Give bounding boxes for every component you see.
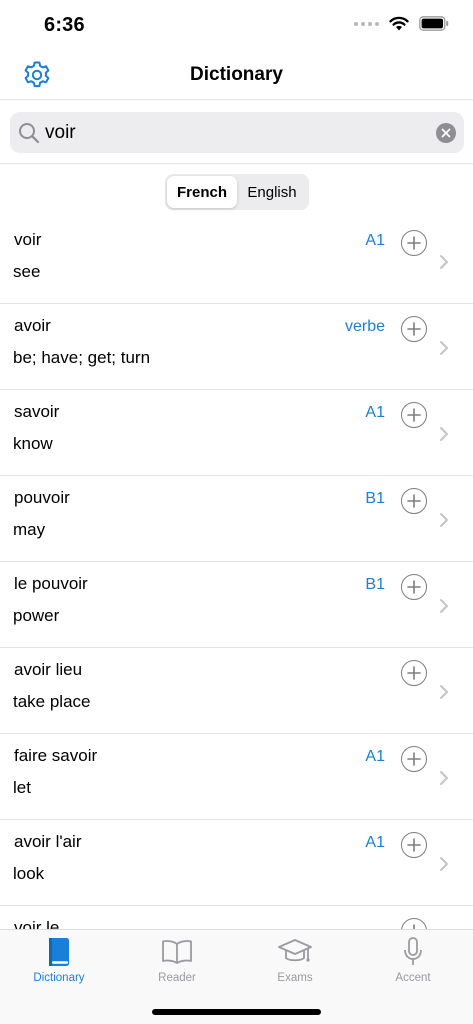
tab-label: Exams bbox=[277, 972, 313, 984]
add-to-list-button[interactable] bbox=[401, 574, 427, 600]
add-to-list-button[interactable] bbox=[401, 230, 427, 256]
tab-reader[interactable]: Reader bbox=[118, 936, 236, 992]
status-bar: 6:36 bbox=[0, 0, 473, 50]
add-to-list-button[interactable] bbox=[401, 316, 427, 342]
entry-word: avoir l'air bbox=[14, 832, 82, 851]
entry-translation: look bbox=[13, 864, 45, 883]
segment-french[interactable]: French bbox=[167, 176, 237, 208]
entry-translation: may bbox=[13, 520, 46, 539]
chevron-right-icon bbox=[440, 513, 448, 527]
tab-label: Accent bbox=[395, 972, 431, 984]
entry-level-badge: verbe bbox=[344, 318, 385, 335]
entry-level-badge: B1 bbox=[365, 576, 385, 593]
chevron-right-icon bbox=[440, 771, 448, 785]
entry-level-badge: A1 bbox=[365, 834, 385, 851]
entry-word: faire savoir bbox=[14, 746, 98, 765]
plus-icon bbox=[407, 752, 421, 766]
entry-word: pouvoir bbox=[14, 488, 70, 507]
chevron-right-icon bbox=[440, 341, 448, 355]
language-segmented-control: French English bbox=[165, 174, 309, 210]
entry-translation: see bbox=[13, 262, 41, 281]
plus-icon bbox=[407, 580, 421, 594]
search-bar[interactable] bbox=[10, 112, 464, 153]
entry-translation: power bbox=[13, 606, 60, 625]
list-item[interactable]: avoir lieu take place bbox=[0, 648, 473, 734]
plus-icon bbox=[407, 236, 421, 250]
wifi-icon bbox=[389, 16, 409, 31]
search-area bbox=[0, 101, 473, 164]
tab-label: Dictionary bbox=[33, 972, 85, 984]
entry-translation: let bbox=[13, 778, 31, 797]
open-book-icon bbox=[162, 940, 192, 964]
entry-level-badge: B1 bbox=[365, 490, 385, 507]
add-to-list-button[interactable] bbox=[401, 488, 427, 514]
entry-word: savoir bbox=[14, 402, 60, 421]
microphone-icon bbox=[404, 937, 422, 965]
chevron-right-icon bbox=[440, 685, 448, 699]
list-item[interactable]: voir see A1 bbox=[0, 218, 473, 304]
home-indicator bbox=[152, 1009, 321, 1015]
list-item[interactable]: avoir l'air look A1 bbox=[0, 820, 473, 906]
list-item[interactable]: savoir know A1 bbox=[0, 390, 473, 476]
search-icon bbox=[19, 123, 40, 144]
list-item[interactable]: avoir be; have; get; turn verbe bbox=[0, 304, 473, 390]
entry-translation: be; have; get; turn bbox=[13, 348, 151, 367]
chevron-right-icon bbox=[440, 857, 448, 871]
list-item[interactable]: le pouvoir power B1 bbox=[0, 562, 473, 648]
tab-bar: Dictionary Reader Exams Accent bbox=[0, 929, 473, 1024]
page-title: Dictionary bbox=[190, 64, 283, 85]
chevron-right-icon bbox=[440, 255, 448, 269]
entry-level-badge: A1 bbox=[365, 748, 385, 765]
tab-exams[interactable]: Exams bbox=[236, 936, 354, 992]
add-to-list-button[interactable] bbox=[401, 660, 427, 686]
plus-icon bbox=[407, 408, 421, 422]
entry-word: voir bbox=[14, 230, 42, 249]
navigation-bar: Dictionary bbox=[0, 50, 473, 100]
entry-translation: know bbox=[13, 434, 53, 453]
status-indicators bbox=[354, 16, 449, 31]
add-to-list-button[interactable] bbox=[401, 832, 427, 858]
entry-level-badge: A1 bbox=[365, 404, 385, 421]
entry-word: voir le bbox=[14, 918, 60, 929]
close-icon bbox=[441, 128, 451, 138]
book-icon bbox=[49, 938, 69, 966]
chevron-right-icon bbox=[440, 599, 448, 613]
clear-search-button[interactable] bbox=[436, 123, 456, 143]
plus-icon bbox=[407, 494, 421, 508]
chevron-right-icon bbox=[440, 427, 448, 441]
entry-word: le pouvoir bbox=[14, 574, 88, 593]
add-to-list-button[interactable] bbox=[401, 402, 427, 428]
battery-icon bbox=[419, 16, 449, 31]
signal-icon bbox=[354, 21, 379, 26]
tab-accent[interactable]: Accent bbox=[354, 936, 472, 992]
add-to-list-button[interactable] bbox=[401, 746, 427, 772]
add-to-list-button[interactable] bbox=[401, 918, 427, 929]
search-input[interactable] bbox=[45, 112, 425, 153]
entry-translation: take place bbox=[13, 692, 91, 711]
graduation-cap-icon bbox=[278, 939, 312, 962]
results-list[interactable]: voir see A1 avoir be; have; get; turn ve… bbox=[0, 218, 473, 929]
list-item[interactable]: faire savoir let A1 bbox=[0, 734, 473, 820]
tab-dictionary[interactable]: Dictionary bbox=[0, 936, 118, 992]
status-time: 6:36 bbox=[44, 14, 85, 36]
tab-label: Reader bbox=[158, 972, 196, 984]
segment-english[interactable]: English bbox=[237, 176, 307, 208]
plus-icon bbox=[407, 838, 421, 852]
entry-word: avoir lieu bbox=[14, 660, 83, 679]
entry-level-badge: A1 bbox=[365, 232, 385, 249]
plus-icon bbox=[407, 322, 421, 336]
list-item[interactable]: pouvoir may B1 bbox=[0, 476, 473, 562]
plus-icon bbox=[407, 666, 421, 680]
list-item[interactable]: voir le bbox=[0, 906, 473, 929]
entry-word: avoir bbox=[14, 316, 51, 335]
